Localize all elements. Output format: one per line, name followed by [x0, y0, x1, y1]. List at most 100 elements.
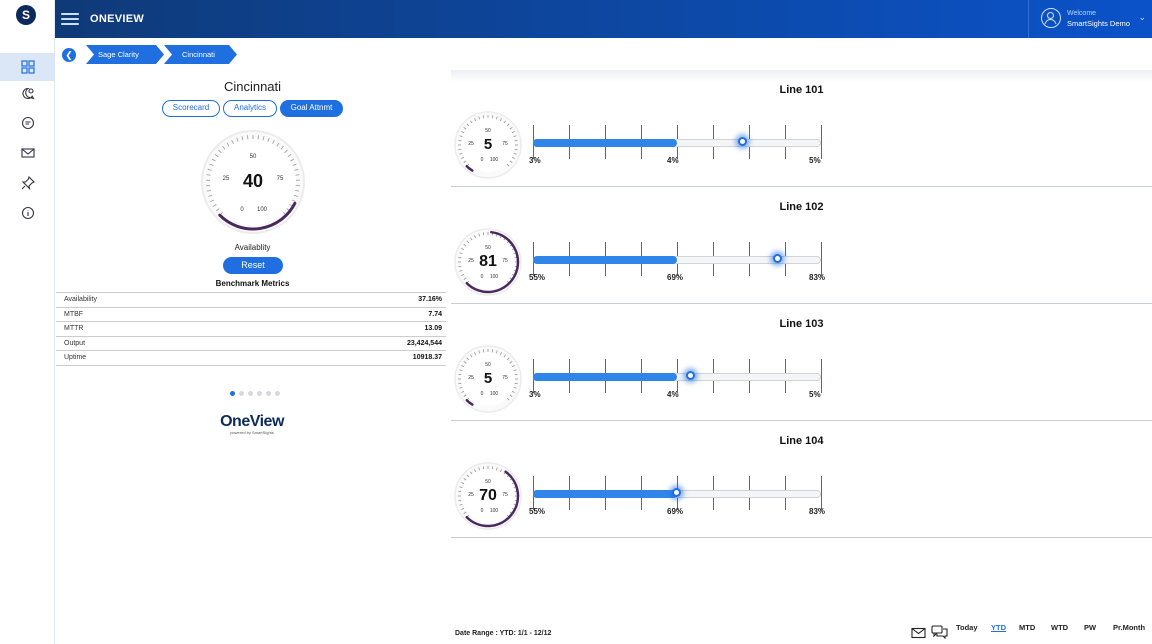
progress-fill [533, 490, 677, 498]
lines-panel: Line 101 5 50 25 75 0 100 3% 4% 5% Line … [451, 70, 1152, 618]
benchmark-table: Availability 37.16% MTBF 7.74 MTTR 13.09 Ou… [56, 292, 446, 366]
gauge-tick-100: 100 [256, 207, 267, 213]
gauge-tick-50: 50 [485, 128, 491, 134]
bar-label-min: 55% [529, 507, 546, 516]
breadcrumb-sage-clarity[interactable]: Sage Clarity [86, 45, 164, 64]
dashboard-icon[interactable] [0, 53, 55, 81]
line-card: Line 101 5 50 25 75 0 100 3% 4% 5% [451, 70, 1152, 187]
progress-fill [533, 139, 677, 147]
line-gauge: 70 50 25 75 0 100 [453, 461, 523, 531]
gauge-tick-75: 75 [502, 258, 508, 264]
reset-button[interactable]: Reset [223, 257, 283, 274]
tab-goal-attnmt[interactable]: Goal Attnmt [280, 100, 343, 117]
oneview-logo: OneView powered by SmartSights [217, 413, 287, 435]
chat-search-icon[interactable] [0, 80, 55, 108]
benchmark-title: Benchmark Metrics [215, 279, 290, 288]
progress-track [533, 373, 821, 381]
gauge-tick-100: 100 [489, 157, 499, 163]
gauge-tick-100: 100 [489, 391, 499, 397]
chat-icon[interactable] [0, 109, 55, 137]
bar-label-min: 3% [529, 156, 541, 165]
bar-label-min: 55% [529, 273, 546, 282]
progress-track [533, 139, 821, 147]
metric-value: 23,424,544 [406, 339, 442, 347]
gauge-value: 40 [242, 171, 264, 191]
line-card: Line 102 81 50 25 75 0 100 55% 69% 83% [451, 187, 1152, 304]
tab-analytics[interactable]: Analytics [223, 100, 277, 117]
period-today[interactable]: Today [956, 623, 978, 632]
bar-tick [821, 359, 822, 393]
metric-value: 13.09 [424, 325, 442, 333]
table-row: MTBF 7.74 [56, 308, 446, 322]
date-range: Date Range : YTD: 1/1 - 12/12 [455, 630, 552, 637]
bar-tick [821, 125, 822, 159]
bar-tick [821, 476, 822, 510]
gauge-tick-50: 50 [249, 154, 257, 160]
app-logo[interactable]: S [16, 5, 36, 25]
metric-value: 37.16% [418, 296, 442, 304]
panel-shadow [451, 70, 1152, 82]
user-menu[interactable]: Welcome SmartSights Demo ⌄ [1028, 0, 1152, 38]
left-rail: S [0, 0, 55, 644]
gauge-tick-50: 50 [485, 362, 491, 368]
bar-label-max: 5% [809, 390, 821, 399]
hamburger-menu-icon[interactable] [61, 10, 79, 26]
bar-label-min: 3% [529, 390, 541, 399]
gauge-tick-50: 50 [485, 245, 491, 251]
metric-name: Output [64, 339, 86, 347]
chevron-down-icon[interactable]: ⌄ [1138, 12, 1146, 23]
pin-icon[interactable] [0, 169, 55, 197]
top-bar: ONEVIEW Welcome SmartSights Demo ⌄ [55, 0, 1152, 38]
footer-bar: Date Range : YTD: 1/1 - 12/12 Today YTD … [451, 618, 1152, 644]
table-row: Availability 37.16% [56, 293, 446, 308]
gauge-tick-25: 25 [468, 492, 474, 498]
tab-scorecard[interactable]: Scorecard [162, 100, 220, 117]
metric-name: Availability [64, 296, 97, 304]
gauge-tick-25: 25 [222, 176, 230, 182]
period-mtd[interactable]: MTD [1019, 623, 1035, 632]
bar-label-max: 83% [809, 273, 826, 282]
info-icon[interactable] [0, 199, 55, 227]
chat-bubbles-icon[interactable] [931, 625, 948, 644]
gauge-tick-100: 100 [489, 508, 499, 514]
period-pw[interactable]: PW [1084, 623, 1096, 632]
pager-dot[interactable] [275, 391, 280, 396]
gauge-tick-25: 25 [468, 141, 474, 147]
bar-label-mid: 4% [667, 390, 679, 399]
mail-icon[interactable] [911, 626, 926, 644]
period-ytd[interactable]: YTD [991, 623, 1006, 632]
table-row: Output 23,424,544 [56, 337, 446, 351]
line-title: Line 101 [779, 84, 824, 96]
line-title: Line 104 [779, 435, 824, 447]
bar-label-mid: 69% [667, 507, 684, 516]
goal-marker[interactable] [772, 254, 782, 263]
gauge-tick-0: 0 [240, 207, 244, 213]
gauge-tick-50: 50 [485, 479, 491, 485]
gauge-tick-25: 25 [468, 375, 474, 381]
bar-label-mid: 69% [667, 273, 684, 282]
back-button[interactable]: ❮ [62, 48, 76, 62]
gauge-tick-100: 100 [489, 274, 499, 280]
bar-label-mid: 4% [667, 156, 679, 165]
pager-dot[interactable] [230, 391, 235, 396]
gauge-tick-75: 75 [276, 176, 284, 182]
period-wtd[interactable]: WTD [1051, 623, 1068, 632]
line-card: Line 103 5 50 25 75 0 100 3% 4% 5% [451, 304, 1152, 421]
pager-dot[interactable] [248, 391, 253, 396]
pager-dot[interactable] [257, 391, 262, 396]
line-card: Line 104 70 50 25 75 0 100 55% 69% 83% [451, 421, 1152, 538]
avatar-icon [1041, 8, 1061, 28]
user-name: SmartSights Demo [1067, 19, 1130, 28]
carousel-pager [230, 391, 280, 396]
line-title: Line 102 [779, 201, 824, 213]
gauge-tick-75: 75 [502, 492, 508, 498]
pager-dot[interactable] [266, 391, 271, 396]
breadcrumb-cincinnati[interactable]: Cincinnati [164, 45, 237, 64]
progress-fill [533, 256, 677, 264]
metric-value: 10918.37 [412, 354, 442, 362]
mail-icon[interactable] [0, 139, 55, 167]
bar-label-max: 5% [809, 156, 821, 165]
pager-dot[interactable] [239, 391, 244, 396]
period-prmonth[interactable]: Pr.Month [1113, 623, 1145, 632]
goal-marker[interactable] [672, 488, 681, 497]
